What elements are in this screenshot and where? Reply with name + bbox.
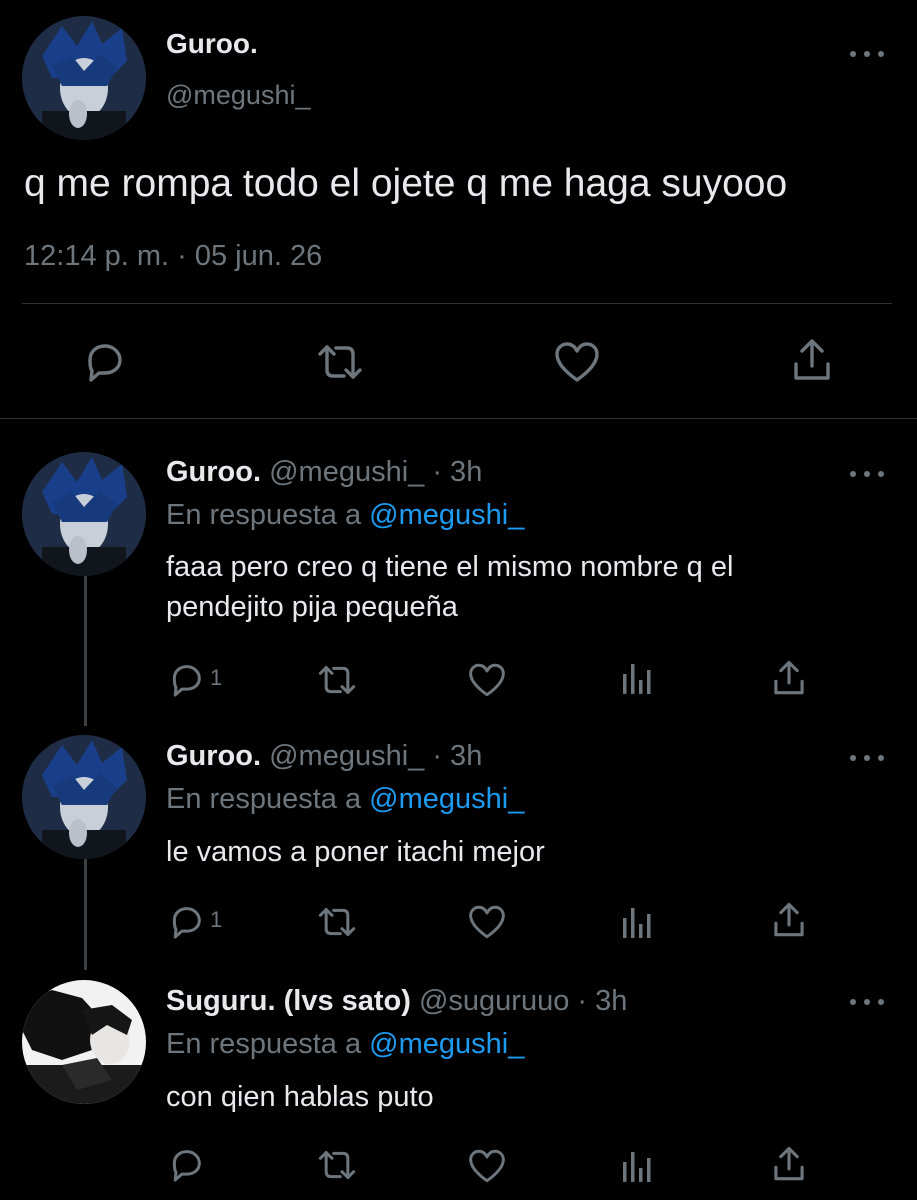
analytics-icon[interactable] <box>621 1150 655 1184</box>
like-icon[interactable] <box>467 904 507 940</box>
share-icon[interactable] <box>790 336 834 384</box>
retweet-icon[interactable] <box>315 660 359 700</box>
reply-icon[interactable] <box>80 338 128 386</box>
like-icon[interactable] <box>553 340 601 384</box>
reply-text-line: con qien hablas puto <box>166 1081 434 1113</box>
reply-icon[interactable] <box>166 1145 206 1185</box>
avatar[interactable] <box>22 452 146 576</box>
reply-icon[interactable] <box>166 660 206 700</box>
replying-to: En respuesta a @megushi_ <box>166 499 524 532</box>
replying-label: En respuesta a <box>166 783 362 815</box>
reply-meta[interactable]: @megushi_ · 3h <box>269 740 482 772</box>
more-options-icon[interactable] <box>850 995 884 1009</box>
replying-label: En respuesta a <box>166 1028 362 1060</box>
more-options-icon[interactable] <box>850 751 884 765</box>
main-timestamp[interactable]: 12:14 p. m. · 05 jun. 26 <box>24 240 322 273</box>
retweet-icon[interactable] <box>315 902 359 942</box>
reply-icon[interactable] <box>166 902 206 942</box>
retweet-icon[interactable] <box>314 338 366 386</box>
retweet-icon[interactable] <box>315 1145 359 1185</box>
avatar[interactable] <box>22 980 146 1104</box>
divider <box>0 418 917 419</box>
main-handle[interactable]: @megushi_ <box>166 80 310 111</box>
reply-count: 1 <box>210 907 223 932</box>
reply-meta[interactable]: @megushi_ · 3h <box>269 456 482 488</box>
thread-line <box>84 574 87 726</box>
reply-display-name[interactable]: Guroo. <box>166 740 261 772</box>
divider <box>22 303 892 304</box>
replying-to: En respuesta a @megushi_ <box>166 783 524 816</box>
replying-to: En respuesta a @megushi_ <box>166 1028 524 1061</box>
share-icon[interactable] <box>771 900 807 940</box>
reply-display-name[interactable]: Guroo. <box>166 456 261 488</box>
reply-header: Guroo. @megushi_ · 3h <box>166 456 482 489</box>
thread-line <box>84 858 87 970</box>
replying-label: En respuesta a <box>166 499 362 531</box>
like-icon[interactable] <box>467 662 507 698</box>
reply-header: Suguru. (lvs sato) @suguruuo · 3h <box>166 985 627 1018</box>
mention-link[interactable]: @megushi_ <box>369 499 524 531</box>
mention-link[interactable]: @megushi_ <box>369 1028 524 1060</box>
reply-text-line: faaa pero creo q tiene el mismo nombre q… <box>166 551 734 583</box>
reply-count: 1 <box>210 665 223 690</box>
analytics-icon[interactable] <box>621 662 655 696</box>
reply-display-name[interactable]: Suguru. (lvs sato) <box>166 985 411 1017</box>
like-icon[interactable] <box>467 1148 507 1184</box>
reply-header: Guroo. @megushi_ · 3h <box>166 740 482 773</box>
mention-link[interactable]: @megushi_ <box>369 783 524 815</box>
reply-text-line: le vamos a poner itachi mejor <box>166 836 545 868</box>
share-icon[interactable] <box>771 1144 807 1184</box>
avatar[interactable] <box>22 735 146 859</box>
reply-text-line: pendejito pija pequeña <box>166 591 458 623</box>
reply-meta[interactable]: @suguruuo · 3h <box>419 985 627 1017</box>
share-icon[interactable] <box>771 658 807 698</box>
more-options-icon[interactable] <box>850 47 884 61</box>
avatar-main[interactable] <box>22 16 146 140</box>
more-options-icon[interactable] <box>850 467 884 481</box>
analytics-icon[interactable] <box>621 906 655 940</box>
main-display-name[interactable]: Guroo. <box>166 28 258 60</box>
main-tweet-text: q me rompa todo el ojete q me haga suyoo… <box>24 162 788 205</box>
